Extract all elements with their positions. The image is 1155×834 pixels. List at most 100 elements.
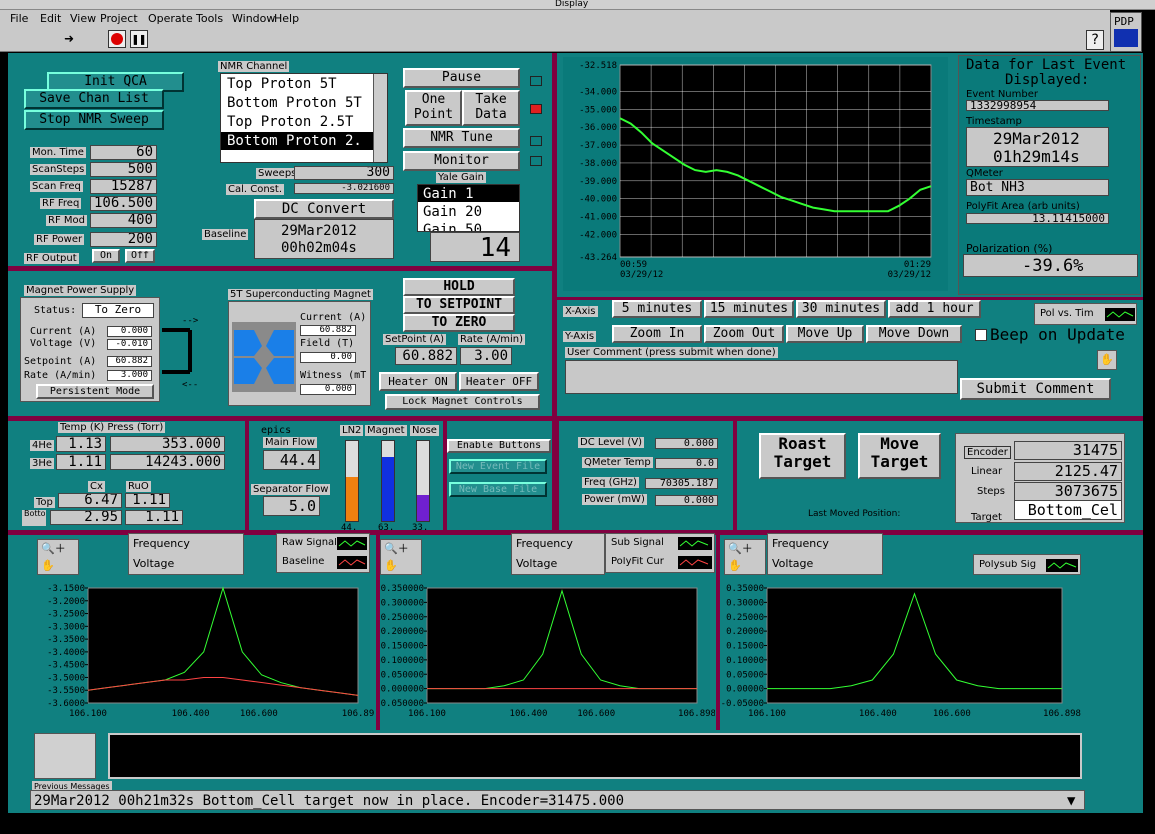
rf-off-button[interactable]: Off xyxy=(125,249,155,263)
y-zoom-out-button[interactable]: Zoom Out xyxy=(704,325,784,343)
message-log xyxy=(108,733,1082,779)
y-move-down-button[interactable]: Move Down xyxy=(866,325,962,343)
last-moved-label: Last Moved Position: xyxy=(808,509,901,519)
menu-edit[interactable]: Edit xyxy=(40,13,61,24)
list-item[interactable]: Top Proton 2.5T xyxy=(227,115,353,129)
scrollbar[interactable] xyxy=(373,74,387,162)
ctrl-setpoint-label: SetPoint (A) xyxy=(383,334,447,345)
gain-value: 14 xyxy=(479,233,511,263)
legend-sub-signal: Sub Signal xyxy=(611,537,664,548)
param-value[interactable]: 106.500 xyxy=(90,196,157,211)
rf-on-button[interactable]: On xyxy=(92,249,120,263)
sweeps-value[interactable]: 300 xyxy=(294,166,394,180)
pol-vs-time-label: Pol vs. Tim xyxy=(1040,308,1094,319)
beep-checkbox[interactable] xyxy=(975,329,987,341)
enable-buttons-button[interactable]: Enable Buttons xyxy=(447,439,551,453)
monitor-button[interactable]: Monitor xyxy=(403,151,520,171)
x-tick-label: 106.898 xyxy=(678,709,715,719)
stop-nmr-sweep-button[interactable]: Stop NMR Sweep xyxy=(24,110,164,130)
beep-label: Beep on Update xyxy=(990,325,1125,344)
run-arrow-icon[interactable]: ➜ xyxy=(58,30,80,48)
x-add-hour-button[interactable]: add 1 hour xyxy=(888,300,981,318)
list-item[interactable]: Bottom Proton 5T xyxy=(227,96,362,110)
plot-legend-1: Raw Signal Baseline xyxy=(276,533,370,573)
list-item[interactable]: Top Proton 5T xyxy=(227,77,337,91)
param-value[interactable]: 500 xyxy=(90,162,157,177)
comment-input[interactable] xyxy=(565,360,958,394)
param-value[interactable]: 60 xyxy=(90,145,157,160)
window-title: Display xyxy=(555,0,589,9)
level-fill xyxy=(417,494,429,521)
menu-view[interactable]: View xyxy=(70,13,96,24)
hold-button[interactable]: HOLD xyxy=(403,278,515,296)
baseline-label: Baseline xyxy=(202,229,249,240)
heater-on-button[interactable]: Heater ON xyxy=(379,372,457,391)
list-item-selected[interactable]: Bottom Proton 2. xyxy=(227,134,362,148)
heater-off-button[interactable]: Heater OFF xyxy=(459,372,539,391)
to-zero-button[interactable]: TO ZERO xyxy=(403,314,515,332)
y-tick-label: 0.050000 xyxy=(381,670,424,680)
save-chan-list-button[interactable]: Save Chan List xyxy=(24,89,164,109)
take-data-button[interactable]: Take Data xyxy=(462,90,520,126)
pause-icon[interactable]: ❚❚ xyxy=(130,30,148,48)
menu-project[interactable]: Project xyxy=(100,13,138,24)
legend-baseline: Baseline xyxy=(282,556,325,567)
submit-comment-button[interactable]: Submit Comment xyxy=(960,378,1111,400)
y-tick-label: 0.05000 xyxy=(726,670,764,680)
roast-target-button[interactable]: Roast Target xyxy=(759,433,846,479)
menu-help[interactable]: Help xyxy=(274,13,299,24)
polyfit-label: PolyFit Area (arb units) xyxy=(966,201,1080,212)
param-value[interactable]: 400 xyxy=(90,213,157,228)
list-item[interactable]: Gain 50 xyxy=(423,223,482,231)
one-point-button[interactable]: One Point xyxy=(405,90,462,126)
nmr-tune-led xyxy=(530,136,542,146)
ctrl-rate-value[interactable]: 3.00 xyxy=(460,347,512,365)
menu-file[interactable]: File xyxy=(10,13,28,24)
nmr-tune-button[interactable]: NMR Tune xyxy=(403,128,520,148)
pause-button[interactable]: Pause xyxy=(403,68,520,88)
gain-list[interactable]: Gain 1 Gain 20 Gain 50 xyxy=(417,184,520,232)
help-icon[interactable]: ? xyxy=(1086,30,1104,50)
dc-convert-button[interactable]: DC Convert xyxy=(254,199,394,219)
move-target-button[interactable]: Move Target xyxy=(858,433,941,479)
x-30min-button[interactable]: 30 minutes xyxy=(796,300,886,318)
zoom-icon[interactable]: 🔍＋ ✋ xyxy=(724,539,766,575)
top-label: Top xyxy=(34,497,55,508)
frequency-label: Frequency xyxy=(516,537,573,550)
ctrl-setpoint-value[interactable]: 60.882 xyxy=(395,347,457,365)
chevron-down-icon[interactable]: ▼ xyxy=(1067,794,1075,808)
zoom-icon[interactable]: 🔍＋ ✋ xyxy=(380,539,422,575)
y-tick-label: -41.000 xyxy=(579,213,617,223)
magnet-level-value: 63. xyxy=(378,523,395,533)
setpoint-value[interactable]: 60.882 xyxy=(107,356,152,367)
x-tick-label: 106.600 xyxy=(577,709,615,719)
param-value[interactable]: 15287 xyxy=(90,179,157,194)
new-base-file-button[interactable]: New Base File xyxy=(449,482,547,497)
message-bar: 29Mar2012 00h21m32s Bottom_Cell target n… xyxy=(30,790,1085,810)
abort-icon[interactable] xyxy=(108,30,126,48)
rate-value[interactable]: 3.000 xyxy=(107,370,152,381)
list-item-selected[interactable]: Gain 1 xyxy=(423,187,474,201)
zoom-icon[interactable]: 🔍＋ ✋ xyxy=(37,539,79,575)
graph-tools-icon[interactable]: ✋ xyxy=(1097,350,1117,370)
new-event-file-button[interactable]: New Event File xyxy=(449,459,547,474)
lock-magnet-button[interactable]: Lock Magnet Controls xyxy=(385,394,540,410)
to-setpoint-button[interactable]: TO SETPOINT xyxy=(403,296,515,314)
persistent-mode-button[interactable]: Persistent Mode xyxy=(36,384,154,399)
voltage-label: Voltage xyxy=(133,557,175,570)
y-move-up-button[interactable]: Move Up xyxy=(786,325,864,343)
param-value[interactable]: 200 xyxy=(90,232,157,247)
menu-tools[interactable]: Tools xyxy=(196,13,223,24)
list-item[interactable]: Gain 20 xyxy=(423,205,482,219)
x-5min-button[interactable]: 5 minutes xyxy=(612,300,702,318)
y-zoom-in-button[interactable]: Zoom In xyxy=(612,325,702,343)
x-tick-label: 106.400 xyxy=(172,709,210,719)
scale-legend-3: Frequency Voltage xyxy=(767,533,883,575)
y-tick-label: 0.000000 xyxy=(381,685,424,695)
frequency-label: Frequency xyxy=(772,537,829,550)
y-tick-label: -3.2500 xyxy=(47,610,85,620)
menu-operate[interactable]: Operate xyxy=(148,13,193,24)
menu-window[interactable]: Window xyxy=(232,13,275,24)
x-15min-button[interactable]: 15 minutes xyxy=(704,300,794,318)
nmr-channel-list[interactable]: Top Proton 5T Bottom Proton 5T Top Proto… xyxy=(220,73,388,163)
